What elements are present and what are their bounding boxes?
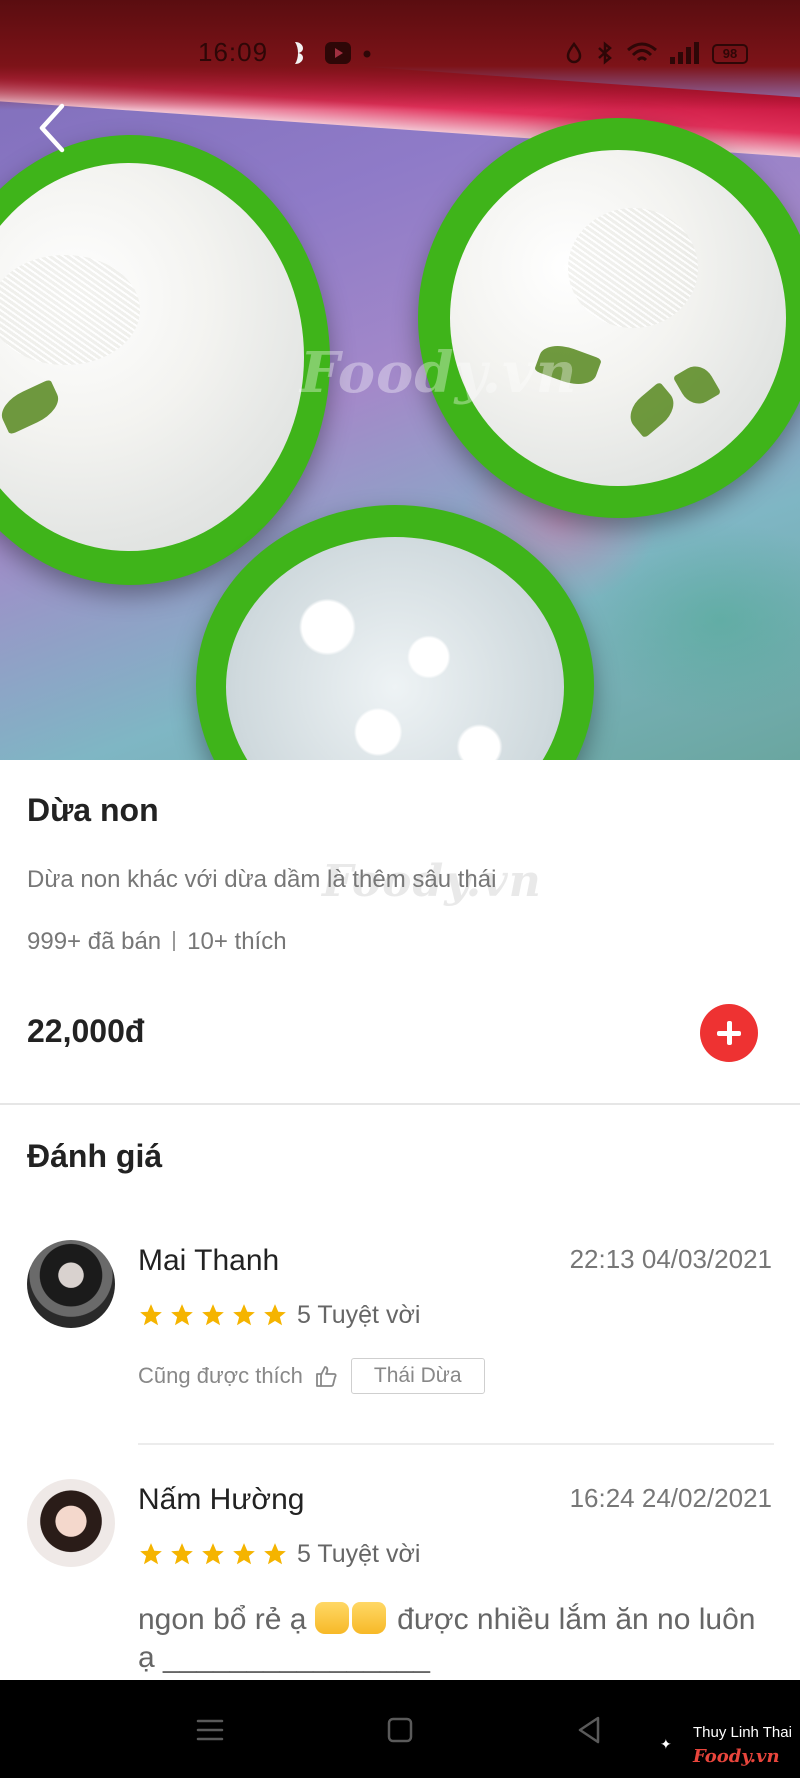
battery-icon: 98 bbox=[712, 44, 748, 64]
star-icon bbox=[140, 1543, 162, 1565]
status-time: 16:09 bbox=[198, 37, 269, 67]
menu-icon[interactable] bbox=[190, 1710, 230, 1750]
play-icon bbox=[325, 42, 351, 64]
reviewer-name[interactable]: Mai Thanh bbox=[138, 1244, 279, 1278]
wifi-icon bbox=[627, 42, 657, 62]
reviews-title: Đánh giá bbox=[27, 1138, 163, 1174]
review-date: 22:13 04/03/2021 bbox=[569, 1244, 772, 1274]
dot-icon bbox=[363, 50, 371, 58]
home-icon[interactable] bbox=[380, 1710, 420, 1750]
back-arrow-icon[interactable] bbox=[30, 100, 80, 156]
stats-separator bbox=[173, 931, 176, 951]
thumbs-up-emoji-icon bbox=[351, 1602, 386, 1634]
status-bar: 16:09 98 bbox=[0, 30, 800, 74]
star-icon bbox=[171, 1304, 193, 1326]
star-icon bbox=[140, 1304, 162, 1326]
ice-bowl bbox=[196, 505, 594, 760]
review-date: 16:24 24/02/2021 bbox=[569, 1483, 772, 1513]
thumbs-up-emoji-icon bbox=[314, 1602, 349, 1634]
rating-text: 5 Tuyệt vời bbox=[297, 1539, 421, 1568]
star-icon bbox=[264, 1543, 286, 1565]
rating-stars: 5 Tuyệt vời bbox=[138, 1540, 420, 1568]
item-stats: 999+ đã bán 10+ thích bbox=[27, 928, 287, 956]
sold-count: 999+ đã bán bbox=[27, 928, 162, 955]
star-icon bbox=[202, 1543, 224, 1565]
system-nav-bar: ✦ Thuy Linh Thai Foody.vn bbox=[0, 1680, 800, 1778]
star-icon bbox=[233, 1543, 255, 1565]
avatar[interactable] bbox=[27, 1240, 115, 1328]
signal-icon bbox=[670, 42, 699, 64]
notification-icon bbox=[295, 42, 304, 64]
right-bowl bbox=[418, 118, 800, 518]
reviewer-name[interactable]: Nấm Hường bbox=[138, 1483, 304, 1517]
star-icon bbox=[264, 1304, 286, 1326]
alarm-icon bbox=[566, 41, 582, 64]
bluetooth-icon bbox=[598, 41, 612, 65]
item-price: 22,000đ bbox=[27, 1013, 145, 1049]
comment-text: ngon bổ rẻ ạ bbox=[138, 1603, 315, 1636]
star-icon bbox=[233, 1304, 255, 1326]
back-icon[interactable] bbox=[570, 1710, 610, 1750]
left-bowl bbox=[0, 135, 330, 585]
rating-stars: 5 Tuyệt vời bbox=[138, 1301, 420, 1329]
food-photo: Foody.vn 16:09 98 bbox=[0, 0, 800, 760]
star-icon bbox=[202, 1304, 224, 1326]
photo-watermark: Foody.vn bbox=[300, 340, 578, 406]
review-divider bbox=[138, 1443, 774, 1445]
star-icon bbox=[171, 1543, 193, 1565]
liked-dish-tag[interactable]: Thái Dừa bbox=[350, 1358, 485, 1394]
also-liked-label: Cũng được thích bbox=[138, 1363, 303, 1388]
credit-name: Thuy Linh Thai bbox=[693, 1724, 792, 1741]
item-description: Dừa non khác với dừa dầm là thêm sâu thá… bbox=[27, 866, 497, 893]
credit-brand: Foody.vn bbox=[693, 1746, 780, 1767]
camera-icon: ✦ bbox=[660, 1736, 672, 1752]
thumbs-up-icon bbox=[316, 1366, 337, 1387]
add-to-cart-button[interactable] bbox=[700, 1004, 758, 1062]
avatar[interactable] bbox=[27, 1479, 115, 1567]
also-liked-row: Cũng được thích Thái Dừa bbox=[138, 1358, 485, 1394]
section-divider bbox=[0, 1103, 800, 1105]
like-count: 10+ thích bbox=[187, 928, 287, 955]
item-name: Dừa non bbox=[27, 792, 159, 828]
review-comment: ngon bổ rẻ ạ được nhiều lắm ăn no luôn ạ… bbox=[138, 1601, 778, 1678]
rating-text: 5 Tuyệt vời bbox=[297, 1300, 421, 1329]
